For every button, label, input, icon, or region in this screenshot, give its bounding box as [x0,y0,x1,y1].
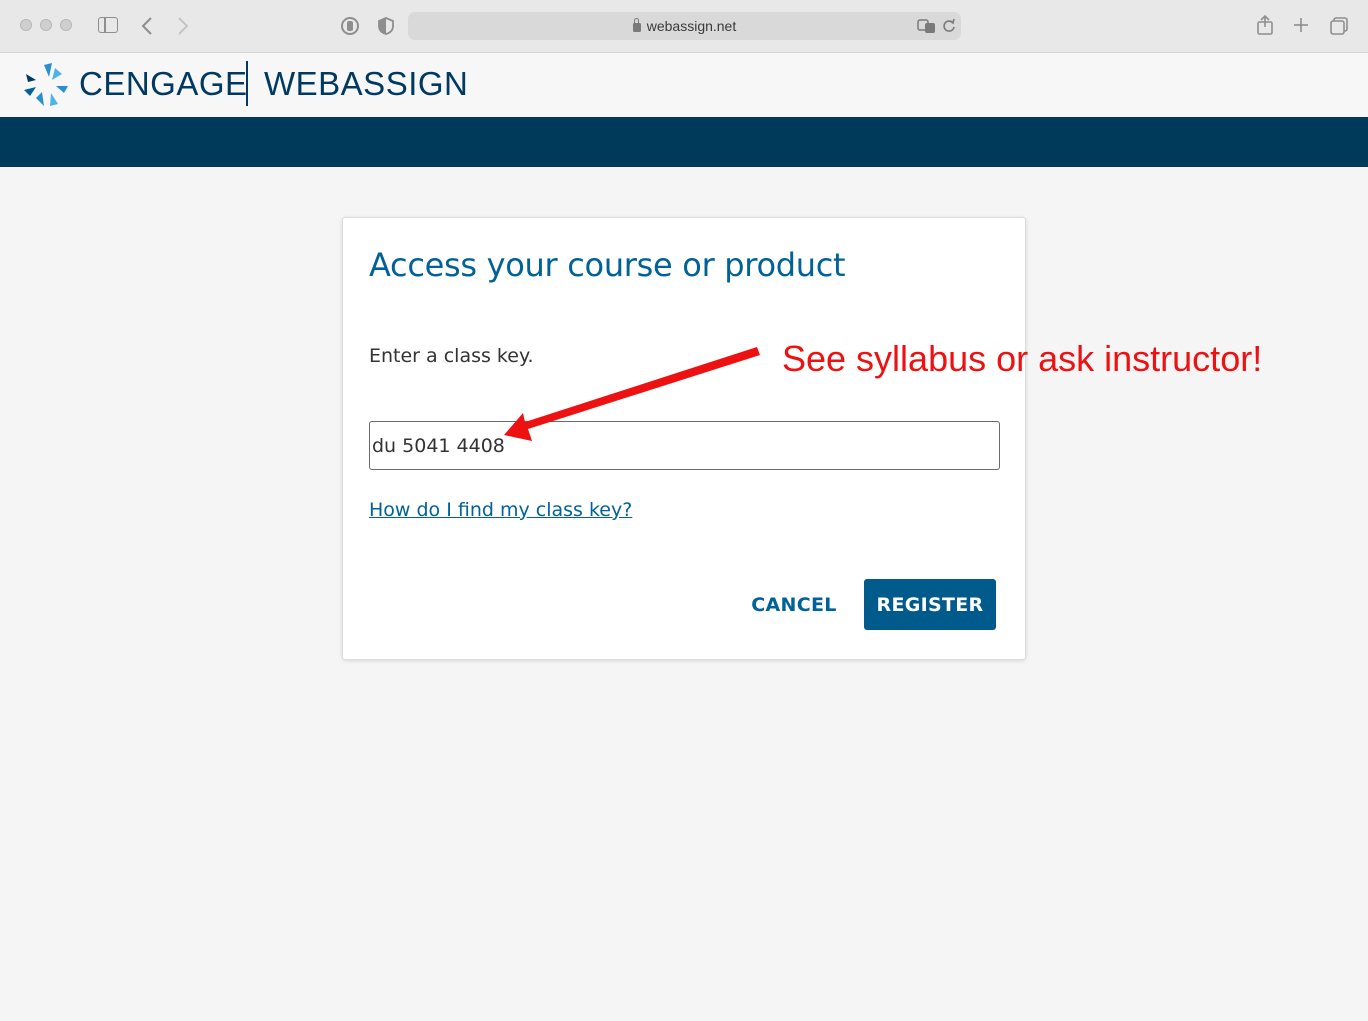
window-zoom-button[interactable] [60,19,72,31]
cengage-logo-icon[interactable] [22,60,72,110]
window-close-button[interactable] [20,19,32,31]
site-header: CENGAGE WEBASSIGN [0,53,1368,117]
annotation-text: See syllabus or ask instructor! [782,338,1263,379]
brand-webassign: WEBASSIGN [264,65,469,102]
access-course-card: Access your course or product Enter a cl… [342,217,1026,660]
find-class-key-link[interactable]: How do I find my class key? [369,499,632,521]
cancel-button[interactable]: CANCEL [739,580,849,630]
url-text: webassign.net [646,18,737,34]
address-bar[interactable]: webassign.net [408,12,961,40]
back-icon[interactable] [140,15,154,37]
tab-overview-icon[interactable] [1329,16,1349,36]
share-icon[interactable] [1256,14,1274,36]
register-button[interactable]: REGISTER [864,579,996,630]
class-key-input[interactable] [369,421,1000,470]
sidebar-toggle-icon[interactable] [98,17,118,33]
navigation-band [0,117,1368,167]
forward-icon[interactable] [176,15,190,37]
logo-divider [246,61,248,106]
translate-icon[interactable] [917,18,937,34]
privacy-report-icon[interactable] [340,16,360,36]
reload-icon[interactable] [942,18,956,34]
browser-toolbar: webassign.net [0,0,1368,53]
brand-cengage: CENGAGE [79,65,248,102]
class-key-prompt: Enter a class key. [369,345,534,367]
page-title: Access your course or product [369,246,846,284]
new-tab-icon[interactable] [1293,17,1309,33]
window-minimize-button[interactable] [40,19,52,31]
shield-icon[interactable] [377,16,395,36]
lock-icon [632,17,641,32]
